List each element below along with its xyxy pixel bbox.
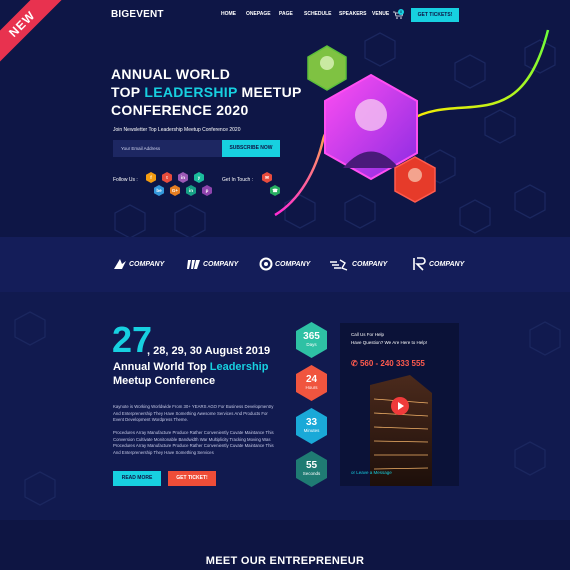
partner-logo-5[interactable]: COMPANY bbox=[413, 255, 464, 273]
countdown-unit: Minutes bbox=[303, 428, 320, 433]
event-paragraph-1: Kaynote is Working Worldwide From 30+ YE… bbox=[113, 404, 313, 424]
cart-count-badge: 0 bbox=[398, 9, 404, 15]
partner-logo-3[interactable]: COMPANY bbox=[259, 255, 310, 273]
top-nav: BIGEVENT HOME ONEPAGE PAGE SCHEDULE SPEA… bbox=[0, 0, 570, 30]
countdown-value: 24 bbox=[305, 374, 318, 385]
partner-name: COMPANY bbox=[429, 260, 465, 268]
countdown-unit: Hours bbox=[305, 385, 318, 390]
event-title-pre: Annual World Top bbox=[113, 361, 210, 373]
speaker-photo-small bbox=[320, 56, 334, 70]
countdown-value: 33 bbox=[305, 417, 318, 428]
partner-name: COMPANY bbox=[275, 260, 311, 268]
event-title-line1: Annual World Top Leadership bbox=[113, 360, 268, 374]
hero-title-line2: TOP LEADERSHIP MEETUP bbox=[111, 84, 302, 101]
hero-subtitle: Join Newsletter Top Leadership Meetup Co… bbox=[113, 127, 241, 133]
play-video-icon[interactable] bbox=[390, 396, 410, 416]
hero-section bbox=[0, 0, 570, 237]
email-input[interactable]: Your Email Address bbox=[113, 140, 222, 157]
ir-logo-icon bbox=[413, 257, 426, 271]
partner-name: COMPANY bbox=[203, 260, 239, 268]
hero-title-highlight: LEADERSHIP bbox=[144, 84, 238, 100]
hero-title-line2-post: MEETUP bbox=[237, 84, 302, 100]
nav-item-venue[interactable]: VENUE bbox=[372, 11, 389, 17]
hero-title-line2-pre: TOP bbox=[111, 84, 145, 100]
countdown-unit: Seconds bbox=[302, 471, 321, 476]
nav-item-speakers[interactable]: SPEAKERS bbox=[339, 11, 367, 17]
help-card: Call Us For Help Have Question? We Are H… bbox=[340, 323, 459, 486]
countdown-value: 365 bbox=[303, 331, 320, 342]
partner-logo-4[interactable]: COMPANY bbox=[330, 255, 387, 273]
hero-title-line1: ANNUAL WORLD bbox=[111, 66, 231, 82]
partner-name: COMPANY bbox=[129, 260, 165, 268]
partner-logo-2[interactable]: COMPANY bbox=[187, 255, 238, 273]
get-tickets-button[interactable]: GET TICKETS! bbox=[411, 8, 459, 22]
get-in-touch-label: Get In Touch : bbox=[222, 177, 254, 183]
runner-icon bbox=[330, 259, 348, 271]
event-dates: , 28, 29, 30 August 2019 bbox=[147, 345, 271, 357]
event-title-line2: Meetup Conference bbox=[113, 375, 216, 387]
countdown-value: 55 bbox=[305, 460, 318, 471]
nav-item-schedule[interactable]: SCHEDULE bbox=[304, 11, 332, 17]
stripes-icon bbox=[187, 260, 200, 269]
nav-item-home[interactable]: HOME bbox=[221, 11, 236, 17]
event-title-highlight: Leadership bbox=[209, 361, 269, 373]
get-ticket-button[interactable]: GET TICKET! bbox=[168, 471, 216, 486]
circle-logo-icon bbox=[259, 257, 273, 271]
event-paragraph-2: Procedures Array Manufacture Produce Rat… bbox=[113, 430, 313, 456]
countdown-unit: Days bbox=[306, 342, 317, 347]
nav-item-page[interactable]: PAGE bbox=[279, 11, 293, 17]
para1-line: Event Development Wordpress Theme. bbox=[113, 417, 189, 422]
section-title: MEET OUR ENTREPRENEUR bbox=[205, 555, 365, 567]
nav-item-onepage[interactable]: ONEPAGE bbox=[246, 11, 271, 17]
site-logo[interactable]: BIGEVENT bbox=[111, 9, 164, 20]
hero-hexagon-pattern bbox=[114, 29, 556, 237]
subscribe-button[interactable]: SUBSCRIBE NOW bbox=[222, 140, 280, 157]
hero-title-line3: CONFERENCE 2020 bbox=[111, 102, 249, 118]
follow-label: Follow Us : bbox=[113, 177, 138, 183]
read-more-button[interactable]: READ MORE bbox=[113, 471, 161, 486]
partner-logo-1[interactable]: COMPANY bbox=[113, 255, 164, 273]
partner-name: COMPANY bbox=[352, 260, 388, 268]
leave-message-link[interactable]: or Leave a Message bbox=[351, 470, 392, 475]
para2-line: And Enterprenership They Have Something … bbox=[113, 449, 214, 455]
bird-icon bbox=[114, 259, 126, 269]
